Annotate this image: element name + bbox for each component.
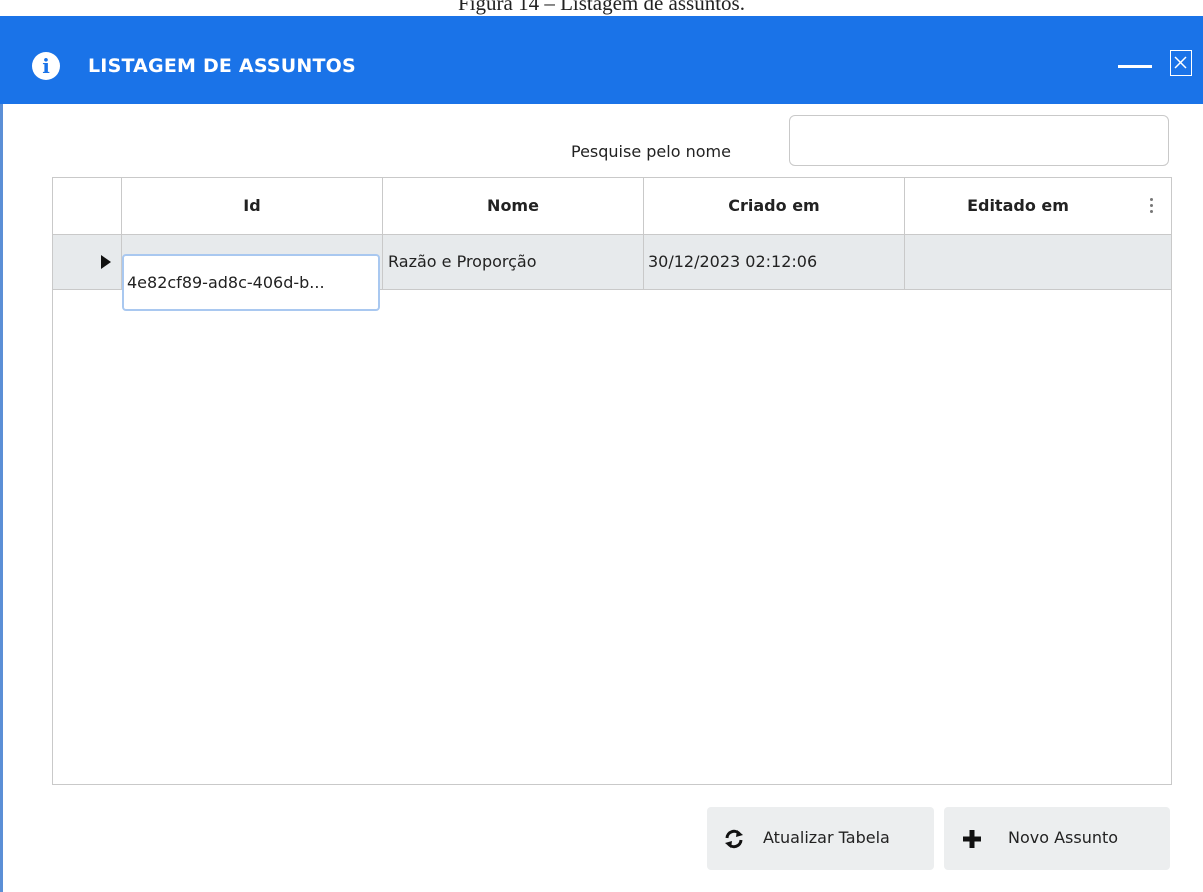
current-row-arrow-icon xyxy=(101,255,111,269)
cell-nome[interactable]: Razão e Proporção xyxy=(383,235,644,289)
cell-id[interactable]: 4e82cf89-ad8c-406d-b... xyxy=(122,254,380,311)
table-header: Id Nome Criado em Editado em xyxy=(53,178,1171,235)
refresh-icon xyxy=(725,829,743,849)
minimize-button[interactable] xyxy=(1118,56,1152,76)
row-header-corner xyxy=(53,178,122,234)
cell-criado-em[interactable]: 30/12/2023 02:12:06 xyxy=(644,235,905,289)
column-header-criado-em[interactable]: Criado em xyxy=(644,178,905,234)
plus-icon xyxy=(963,830,981,848)
info-icon: i xyxy=(32,52,60,80)
minimize-icon xyxy=(1118,65,1152,68)
refresh-table-button[interactable]: Atualizar Tabela xyxy=(707,807,934,870)
cell-editado-em[interactable] xyxy=(905,235,1171,289)
refresh-table-label: Atualizar Tabela xyxy=(763,828,890,847)
row-selector[interactable] xyxy=(53,235,122,289)
new-subject-label: Novo Assunto xyxy=(1008,828,1119,847)
close-icon xyxy=(1174,56,1187,69)
column-header-editado-em[interactable]: Editado em xyxy=(905,178,1171,234)
figure-caption: Figura 14 – Listagem de assuntos. xyxy=(0,0,1203,16)
title-bar: i LISTAGEM DE ASSUNTOS xyxy=(0,16,1203,104)
column-header-nome[interactable]: Nome xyxy=(383,178,644,234)
search-label: Pesquise pelo nome xyxy=(571,142,731,161)
new-subject-button[interactable]: Novo Assunto xyxy=(944,807,1170,870)
subjects-table: Id Nome Criado em Editado em Razão e Pro… xyxy=(52,177,1172,785)
close-button[interactable] xyxy=(1170,50,1192,76)
search-input[interactable] xyxy=(789,115,1169,166)
window-title: LISTAGEM DE ASSUNTOS xyxy=(88,55,356,77)
column-header-id[interactable]: Id xyxy=(122,178,383,234)
column-menu-icon[interactable] xyxy=(1148,198,1154,216)
